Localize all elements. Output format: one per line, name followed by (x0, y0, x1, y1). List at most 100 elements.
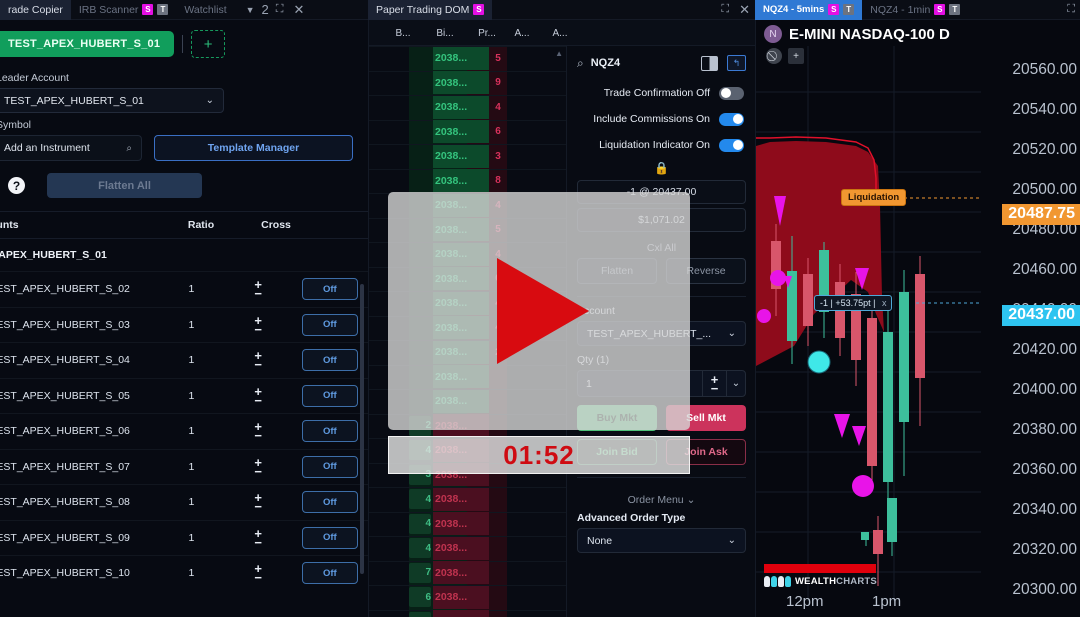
expand-icon[interactable]: ⛶ (716, 3, 734, 16)
ladder-row[interactable]: 62038... (369, 585, 566, 610)
ratio-stepper[interactable]: + − (225, 562, 292, 584)
cross-toggle[interactable]: Off (301, 420, 358, 443)
ladder-row[interactable]: 4 2038... (369, 536, 566, 561)
add-instrument-placeholder: Add an Instrument (4, 142, 90, 154)
cross-toggle[interactable]: Off (301, 455, 358, 478)
video-play-overlay[interactable] (388, 192, 690, 430)
add-instrument-input[interactable]: Add an Instrument ⌕ (0, 135, 142, 161)
price-axis[interactable]: 20560.00 20540.00 20520.00 20500.00 20480.00… (980, 46, 1080, 617)
close-icon[interactable]: ✕ (734, 2, 755, 18)
cross-toggle[interactable]: Off (301, 384, 358, 407)
ladder-row[interactable]: 4 2038... (369, 511, 566, 537)
tab-paper-trading-dom[interactable]: Paper Trading DOM S (368, 0, 493, 20)
cross-toggle[interactable]: Off (301, 562, 358, 585)
order-menu-toggle[interactable]: Order Menu ⌄ (567, 486, 755, 512)
expand-icon[interactable]: ⛶ (1062, 3, 1080, 16)
ladder-price: 2038... (435, 76, 468, 89)
table-row[interactable]: TEST_APEX_HUBERT_S_04 1 + − Off (0, 342, 368, 378)
ratio-stepper[interactable]: + − (225, 420, 292, 442)
qty-stepper[interactable]: + − (702, 370, 726, 397)
ladder-row[interactable]: 2038... 4 (369, 95, 566, 120)
ratio-stepper[interactable]: + − (225, 278, 292, 300)
wealthcharts-logo-icon (764, 576, 791, 587)
split-panel-icon[interactable] (701, 55, 718, 71)
close-icon[interactable]: ✕ (288, 2, 309, 18)
table-row[interactable]: TEST_APEX_HUBERT_S_05 1 + − Off (0, 377, 368, 414)
ladder-row[interactable]: 2038... 5 (369, 46, 566, 71)
ladder-row[interactable]: 2038... 8 (369, 168, 566, 194)
toggle-row: Include Commissions On (567, 106, 755, 132)
add-account-button[interactable]: + (191, 30, 226, 58)
advanced-order-type-select[interactable]: None ⌄ (577, 528, 746, 553)
ladder-row[interactable]: 7 2038... (369, 560, 566, 586)
liquidation-tag[interactable]: Liquidation (841, 189, 907, 206)
toggle-switch[interactable] (719, 86, 744, 100)
lock-icon[interactable]: 🔒 (567, 158, 755, 180)
ladder-row[interactable]: 2038... 9 (369, 70, 566, 96)
tab-watchlist[interactable]: Watchlist (176, 0, 234, 20)
ratio-stepper[interactable]: + − (225, 456, 292, 478)
scroll-up-icon[interactable]: ▲ (555, 49, 563, 58)
ratio-stepper[interactable]: + − (225, 527, 292, 549)
table-row[interactable]: TEST_APEX_HUBERT_S_08 1 + − Off (0, 484, 368, 520)
table-row[interactable]: TEST_APEX_HUBERT_S_09 1 + − Off (0, 519, 368, 556)
chart-plot-area[interactable]: Liquidation -1 | +53.75pt | x (756, 46, 981, 601)
accounts-scrollbar[interactable] (360, 284, 364, 574)
ladder-row[interactable]: 4 2038... (369, 487, 566, 512)
dom-column-header[interactable]: A... (505, 20, 539, 46)
help-icon[interactable]: ? (8, 177, 25, 194)
position-tag[interactable]: -1 | +53.75pt | x (814, 295, 893, 311)
watermark: WEALTHCHARTS (764, 564, 877, 587)
tab-nqz4-5mins[interactable]: NQZ4 - 5mins S T (755, 0, 863, 20)
time-tick: 12pm (786, 593, 824, 610)
toggle-switch[interactable] (719, 112, 744, 126)
ladder-row[interactable]: 2038... 3 (369, 144, 566, 169)
cross-toggle[interactable]: Off (301, 313, 358, 336)
play-icon[interactable] (497, 258, 589, 364)
table-row[interactable]: TEST_APEX_HUBERT_S_02 1 + − Off (0, 271, 368, 307)
flatten-all-button[interactable]: Flatten All (47, 173, 202, 198)
dom-column-headers: B... Bi... Pr... A... A... (369, 20, 755, 46)
toggle-switch[interactable] (719, 138, 744, 152)
badge-t-icon: T (157, 4, 169, 15)
cross-toggle[interactable]: Off (301, 278, 358, 301)
search-icon[interactable]: ⌕ (577, 56, 584, 71)
tab-nqz4-1min[interactable]: NQZ4 - 1min S T (862, 0, 968, 20)
tab-trade-copier[interactable]: rade Copier (0, 0, 71, 20)
ratio-stepper[interactable]: + − (225, 349, 292, 371)
ask-qty: 8 (495, 175, 501, 187)
cross-toggle[interactable]: Off (301, 349, 358, 372)
account-chip-bar: TEST_APEX_HUBERT_S_01 + (0, 20, 368, 66)
ladder-row[interactable]: 62038... (369, 609, 566, 617)
ratio-stepper[interactable]: + − (225, 385, 292, 407)
chevron-down-icon[interactable]: ⌄ (726, 370, 746, 397)
account-name: TEST_APEX_HUBERT_S_07 (0, 460, 130, 473)
ratio-stepper[interactable]: + − (225, 491, 292, 513)
position-tag-label: -1 | +53.75pt | (820, 298, 876, 308)
dom-column-header[interactable]: B... (383, 20, 423, 46)
tab-irb-scanner[interactable]: IRB Scanner S T (71, 0, 177, 20)
timer-value: 01:52 (503, 439, 575, 470)
cross-toggle[interactable]: Off (301, 526, 358, 549)
table-row[interactable]: TEST_APEX_HUBERT_S_06 1 + − Off (0, 413, 368, 449)
selected-account-chip[interactable]: TEST_APEX_HUBERT_S_01 (0, 31, 175, 57)
ladder-row[interactable]: 2038... 6 (369, 119, 566, 145)
dom-column-header[interactable]: A... (543, 20, 577, 46)
col-ratio: Ratio (187, 219, 215, 231)
dom-column-header[interactable]: Bi... (425, 20, 465, 46)
leader-account-select[interactable]: TEST_APEX_HUBERT_S_01 ⌄ (0, 88, 224, 113)
chevron-down-icon[interactable]: ▼ (241, 5, 260, 15)
close-icon[interactable]: x (882, 298, 887, 308)
ratio-stepper[interactable]: + − (225, 314, 292, 336)
chart-panel: N E-MINI NASDAQ-100 D ⃠ + (755, 20, 1080, 617)
table-row[interactable]: TEST_APEX_HUBERT_S_07 1 + − Off (0, 448, 368, 485)
template-manager-button[interactable]: Template Manager (154, 135, 353, 161)
account-ratio: 1 (188, 460, 195, 473)
expand-icon[interactable]: ⛶ (271, 3, 289, 16)
account-name: TEST_APEX_HUBERT_S_10 (0, 567, 130, 580)
popout-icon[interactable]: ↰ (727, 55, 746, 71)
table-row[interactable]: TEST_APEX_HUBERT_S_10 1 + − Off (0, 555, 368, 591)
cross-toggle[interactable]: Off (301, 491, 358, 514)
dom-column-header[interactable]: Pr... (467, 20, 507, 46)
table-row[interactable]: TEST_APEX_HUBERT_S_03 1 + − Off (0, 306, 368, 343)
